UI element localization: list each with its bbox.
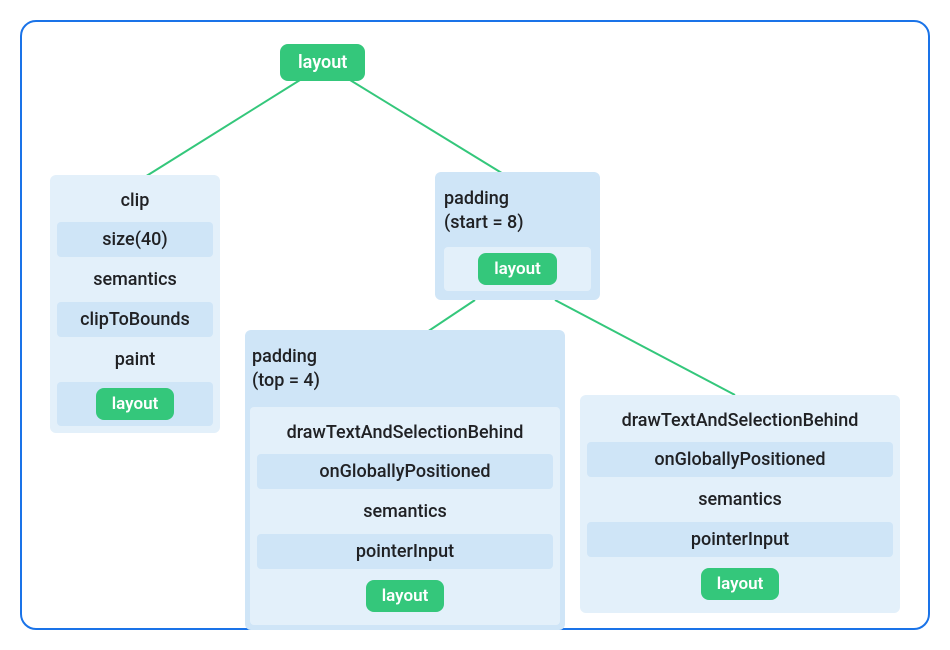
- bl-padding-header: padding (top = 4): [252, 337, 558, 402]
- br-row-semantics: semantics: [587, 482, 893, 517]
- bl-padding-line1: padding: [252, 346, 317, 367]
- br-row-ongloballypositioned: onGloballyPositioned: [587, 442, 893, 477]
- left-row-layout-wrap: layout: [57, 382, 213, 426]
- br-layout-label: layout: [701, 568, 780, 600]
- bl-row-pointerinput: pointerInput: [257, 534, 553, 569]
- right-layout-label: layout: [478, 253, 557, 285]
- right-layout-wrap: layout: [444, 247, 591, 291]
- br-row-drawtext: drawTextAndSelectionBehind: [587, 402, 893, 437]
- left-row-semantics: semantics: [57, 262, 213, 297]
- bl-padding-line2: (top = 4): [252, 370, 320, 391]
- root-node: layout: [280, 44, 365, 81]
- bl-layout-label: layout: [366, 580, 445, 612]
- root-layout-label: layout: [280, 44, 365, 81]
- bl-row-drawtext: drawTextAndSelectionBehind: [257, 414, 553, 449]
- bl-row-ongloballypositioned: onGloballyPositioned: [257, 454, 553, 489]
- left-row-paint: paint: [57, 342, 213, 377]
- right-padding-line2: (start = 8): [444, 212, 524, 233]
- left-row-size: size(40): [57, 222, 213, 257]
- right-padding-line1: padding: [444, 188, 509, 209]
- bottom-right-node: drawTextAndSelectionBehind onGloballyPos…: [580, 395, 900, 613]
- left-layout-label: layout: [96, 388, 175, 420]
- bottom-left-node: padding (top = 4) drawTextAndSelectionBe…: [245, 330, 565, 630]
- bl-layout-wrap: layout: [257, 574, 553, 618]
- br-layout-wrap: layout: [587, 562, 893, 606]
- bl-row-semantics: semantics: [257, 494, 553, 529]
- right-padding-header: padding (start = 8): [444, 181, 591, 242]
- right-node: padding (start = 8) layout: [435, 172, 600, 300]
- left-row-cliptobounds: clipToBounds: [57, 302, 213, 337]
- left-node: clip size(40) semantics clipToBounds pai…: [50, 175, 220, 433]
- left-row-clip: clip: [57, 182, 213, 217]
- br-row-pointerinput: pointerInput: [587, 522, 893, 557]
